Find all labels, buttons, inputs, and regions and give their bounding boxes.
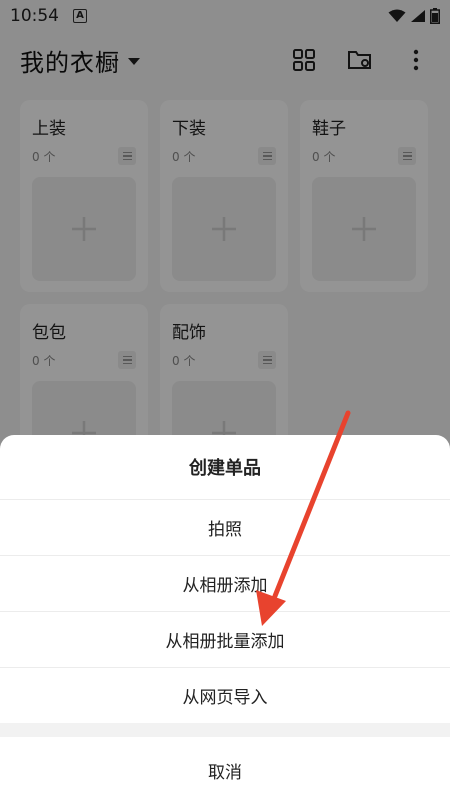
create-item-sheet: 创建单品 拍照 从相册添加 从相册批量添加 从网页导入 取消 <box>0 435 450 800</box>
add-from-album-option[interactable]: 从相册添加 <box>0 555 450 611</box>
screen: 10:54 A 我的衣橱 上装 0 个 下装 0 个 鞋子 0 个 包包 0 个… <box>0 0 450 800</box>
take-photo-option[interactable]: 拍照 <box>0 499 450 555</box>
import-from-web-option[interactable]: 从网页导入 <box>0 667 450 723</box>
batch-add-from-album-option[interactable]: 从相册批量添加 <box>0 611 450 667</box>
cancel-button[interactable]: 取消 <box>0 737 450 800</box>
sheet-title: 创建单品 <box>189 458 261 479</box>
sheet-divider <box>0 723 450 737</box>
